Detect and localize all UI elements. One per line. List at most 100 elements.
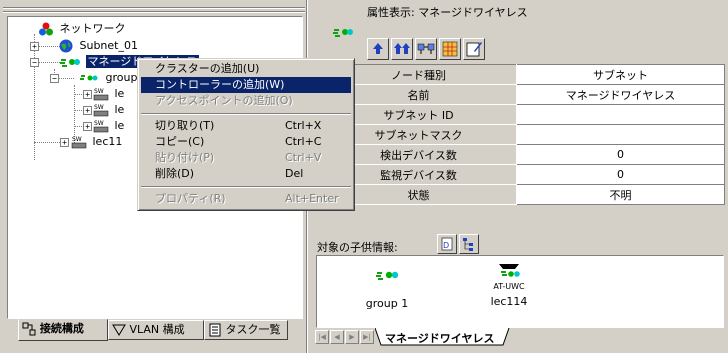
menu-item-shortcut: Ctrl+C [285,135,322,148]
menu-item-cut[interactable]: 切り取り(T) Ctrl+X [141,118,351,134]
tree-node-subnet[interactable]: Subnet_01 [58,38,140,54]
connection-icon [22,322,36,336]
tree-node-group[interactable]: group [78,70,139,86]
tree-node-le[interactable]: SW le [93,102,126,118]
wireless-icon [333,29,353,37]
wireless-icon [80,75,98,81]
tab-tasks[interactable]: タスク一覧 [204,320,288,340]
menu-separator [141,186,351,188]
menu-item-label: プロパティ(R) [155,192,226,205]
expand-icon[interactable]: + [83,122,92,131]
tree-node-label: group [105,71,138,84]
edit-button[interactable] [463,38,485,60]
grid-icon [442,41,458,57]
pane-grip-2 [3,11,305,13]
menu-separator [141,113,351,115]
menu-item-label: アクセスポイントの追加(O) [155,94,293,107]
tree-node-label: Subnet_01 [79,39,139,52]
prev-tab-button[interactable]: ◀ [330,330,344,344]
menu-item-shortcut: Alt+Enter [285,192,339,205]
large-icons-view-button[interactable]: D [437,234,457,254]
grid-view-button[interactable] [439,38,461,60]
move-top-button[interactable] [391,38,413,60]
tree-node-label: lec11 [92,135,123,148]
menu-item-properties[interactable]: プロパティ(R) Alt+Enter [141,191,351,207]
controller-icon [499,264,520,277]
property-row: ノード種別 サブネット [320,64,725,85]
expand-icon[interactable]: + [83,90,92,99]
tree-node-label: ネットワーク [59,22,126,35]
tree-node-network[interactable]: ネットワーク [38,21,128,37]
tree-node-lec[interactable]: SW lec11 [71,134,124,150]
wireless-icon [376,271,399,280]
tree-node-label: le [114,103,125,116]
move-up-button[interactable] [367,38,389,60]
property-value[interactable] [516,124,725,145]
expand-icon[interactable]: + [60,138,69,147]
property-row: 監視デバイス数 0 [320,164,725,185]
tab-label: 接続構成 [39,322,84,335]
children-panel[interactable]: group 1 AT-UWC lec114 [316,255,724,328]
double-up-arrow-icon [394,43,410,54]
property-value[interactable]: 0 [516,164,725,185]
attributes-title: 属性表示: マネージドワイヤレス [367,6,528,19]
link-view-button[interactable] [415,38,437,60]
access-point-icon: SW [93,88,109,101]
menu-item-label: コピー(C) [155,135,205,148]
menu-item-label: 削除(D) [155,167,195,180]
tree-node-le[interactable]: SW le [93,118,126,134]
last-tab-button[interactable]: ▶| [360,330,374,344]
tab-managed-wireless[interactable]: マネージドワイヤレス [385,330,494,346]
next-tab-button[interactable]: ▶ [345,330,359,344]
property-value[interactable]: 0 [516,144,725,165]
collapse-icon[interactable]: − [30,58,39,67]
svg-text:SW: SW [72,136,82,143]
menu-item-delete[interactable]: 削除(D) Del [141,166,351,182]
property-row: 名前 マネージドワイヤレス [320,84,725,105]
property-row: 検出デバイス数 0 [320,144,725,165]
globe-icon [59,39,73,53]
property-row: サブネットマスク [320,124,725,145]
property-value[interactable] [516,104,725,125]
expand-icon[interactable]: + [30,42,39,51]
menu-item-add-controller[interactable]: コントローラーの追加(W) [141,77,351,93]
svg-text:SW: SW [94,104,104,111]
property-value[interactable]: サブネット [516,64,725,85]
svg-text:D: D [443,241,449,250]
access-point-icon: SW [93,104,109,117]
menu-item-shortcut: Ctrl+X [285,119,322,132]
pane-grip[interactable] [3,7,305,9]
properties-table: ノード種別 サブネット 名前 マネージドワイヤレス サブネット ID サブネットマスク 検出… [320,64,725,205]
wireless-icon [60,59,80,67]
large-icons-icon: D [441,237,453,251]
svg-text:SW: SW [94,120,104,127]
menu-item-label: 貼り付け(P) [155,151,215,164]
menu-item-paste[interactable]: 貼り付け(P) Ctrl+V [141,150,351,166]
edit-icon [466,42,482,57]
child-item-label: group 1 [365,297,409,310]
menu-item-add-cluster[interactable]: クラスターの追加(U) [141,61,351,77]
tab-connection[interactable]: 接続構成 [18,319,108,341]
menu-item-add-access-point[interactable]: アクセスポイントの追加(O) [141,93,351,109]
property-value[interactable]: マネージドワイヤレス [516,84,725,105]
menu-item-shortcut: Ctrl+V [285,151,322,164]
child-item-badge: AT-UWC [493,282,525,291]
menu-item-copy[interactable]: コピー(C) Ctrl+C [141,134,351,150]
child-item-group[interactable]: group 1 [347,266,427,310]
first-tab-button[interactable]: |◀ [315,330,329,344]
property-value[interactable]: 不明 [516,184,725,205]
expand-icon[interactable]: + [83,106,92,115]
menu-item-shortcut: Del [285,167,304,180]
tree-node-le[interactable]: SW le [93,86,126,102]
task-list-icon [209,323,221,337]
context-menu: クラスターの追加(U) コントローラーの追加(W) アクセスポイントの追加(O)… [137,58,355,211]
child-item-label: lec114 [490,295,528,308]
vlan-icon [112,324,126,336]
child-item-controller[interactable]: AT-UWC lec114 [469,260,549,308]
property-row: サブネット ID [320,104,725,125]
tab-vlan[interactable]: VLAN 構成 [108,320,204,340]
tab-label: VLAN 構成 [129,323,185,336]
svg-text:SW: SW [94,88,104,95]
collapse-icon[interactable]: − [50,74,59,83]
tree-view-button[interactable] [459,234,479,254]
